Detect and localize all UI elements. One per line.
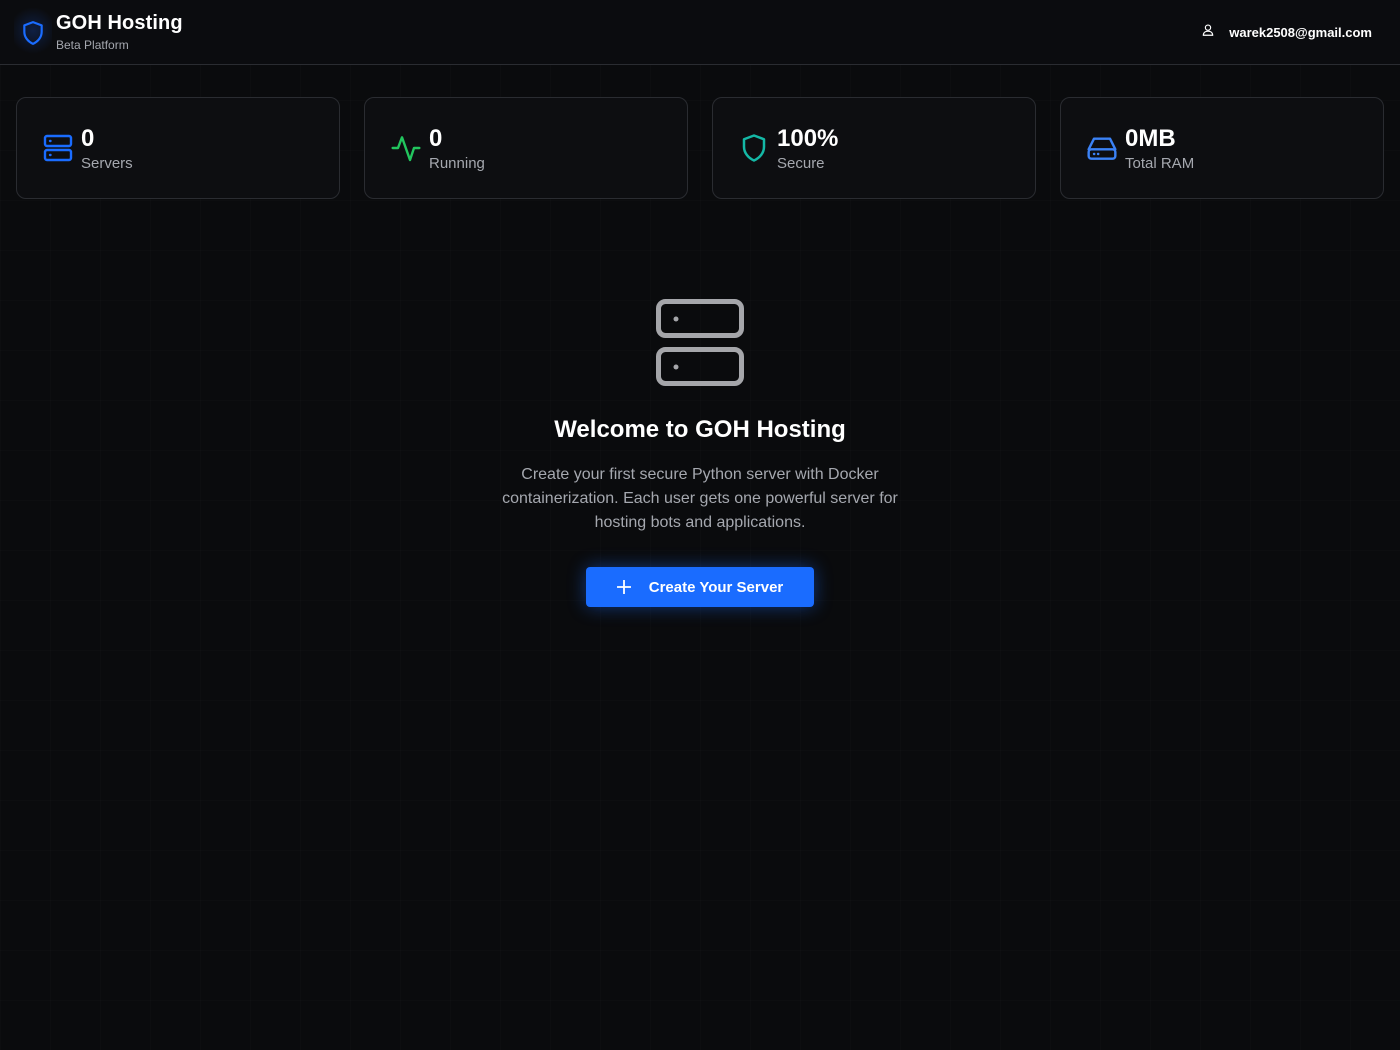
stat-value-servers: 0 [81,124,95,152]
welcome-title: Welcome to GOH Hosting [554,416,846,443]
server-icon [41,131,75,165]
brand[interactable]: GOH Hosting Beta Platform [14,8,183,58]
user-icon [1201,22,1215,43]
stat-value-ram: 0MB [1125,124,1176,152]
stat-label-ram: Total RAM [1125,154,1195,172]
stat-value-secure: 100% [777,124,839,152]
stat-label-servers: Servers [81,154,133,172]
shield-icon [737,131,771,165]
top-header: GOH Hosting Beta Platform warek2508@gmai… [0,0,1400,65]
brand-subtitle: Beta Platform [56,38,129,52]
stat-card-servers: 0 Servers [16,97,340,199]
stat-card-running: 0 Running [364,97,688,199]
stat-label-running: Running [429,154,485,172]
plus-icon [616,580,631,594]
user-email: warek2508@gmail.com [1229,25,1372,40]
create-server-button[interactable]: Create Your Server [586,567,814,607]
hard-drive-icon [1085,131,1119,165]
stat-label-secure: Secure [777,154,825,172]
server-icon [654,297,746,389]
activity-icon [389,131,423,165]
stat-value-running: 0 [429,124,443,152]
create-server-label: Create Your Server [648,578,784,596]
shield-icon [14,8,52,58]
stat-card-secure: 100% Secure [712,97,1036,199]
brand-title: GOH Hosting [56,12,183,34]
stat-card-ram: 0MB Total RAM [1060,97,1384,199]
user-menu[interactable]: warek2508@gmail.com [1201,22,1372,43]
welcome-description: Create your first secure Python server w… [502,466,898,531]
